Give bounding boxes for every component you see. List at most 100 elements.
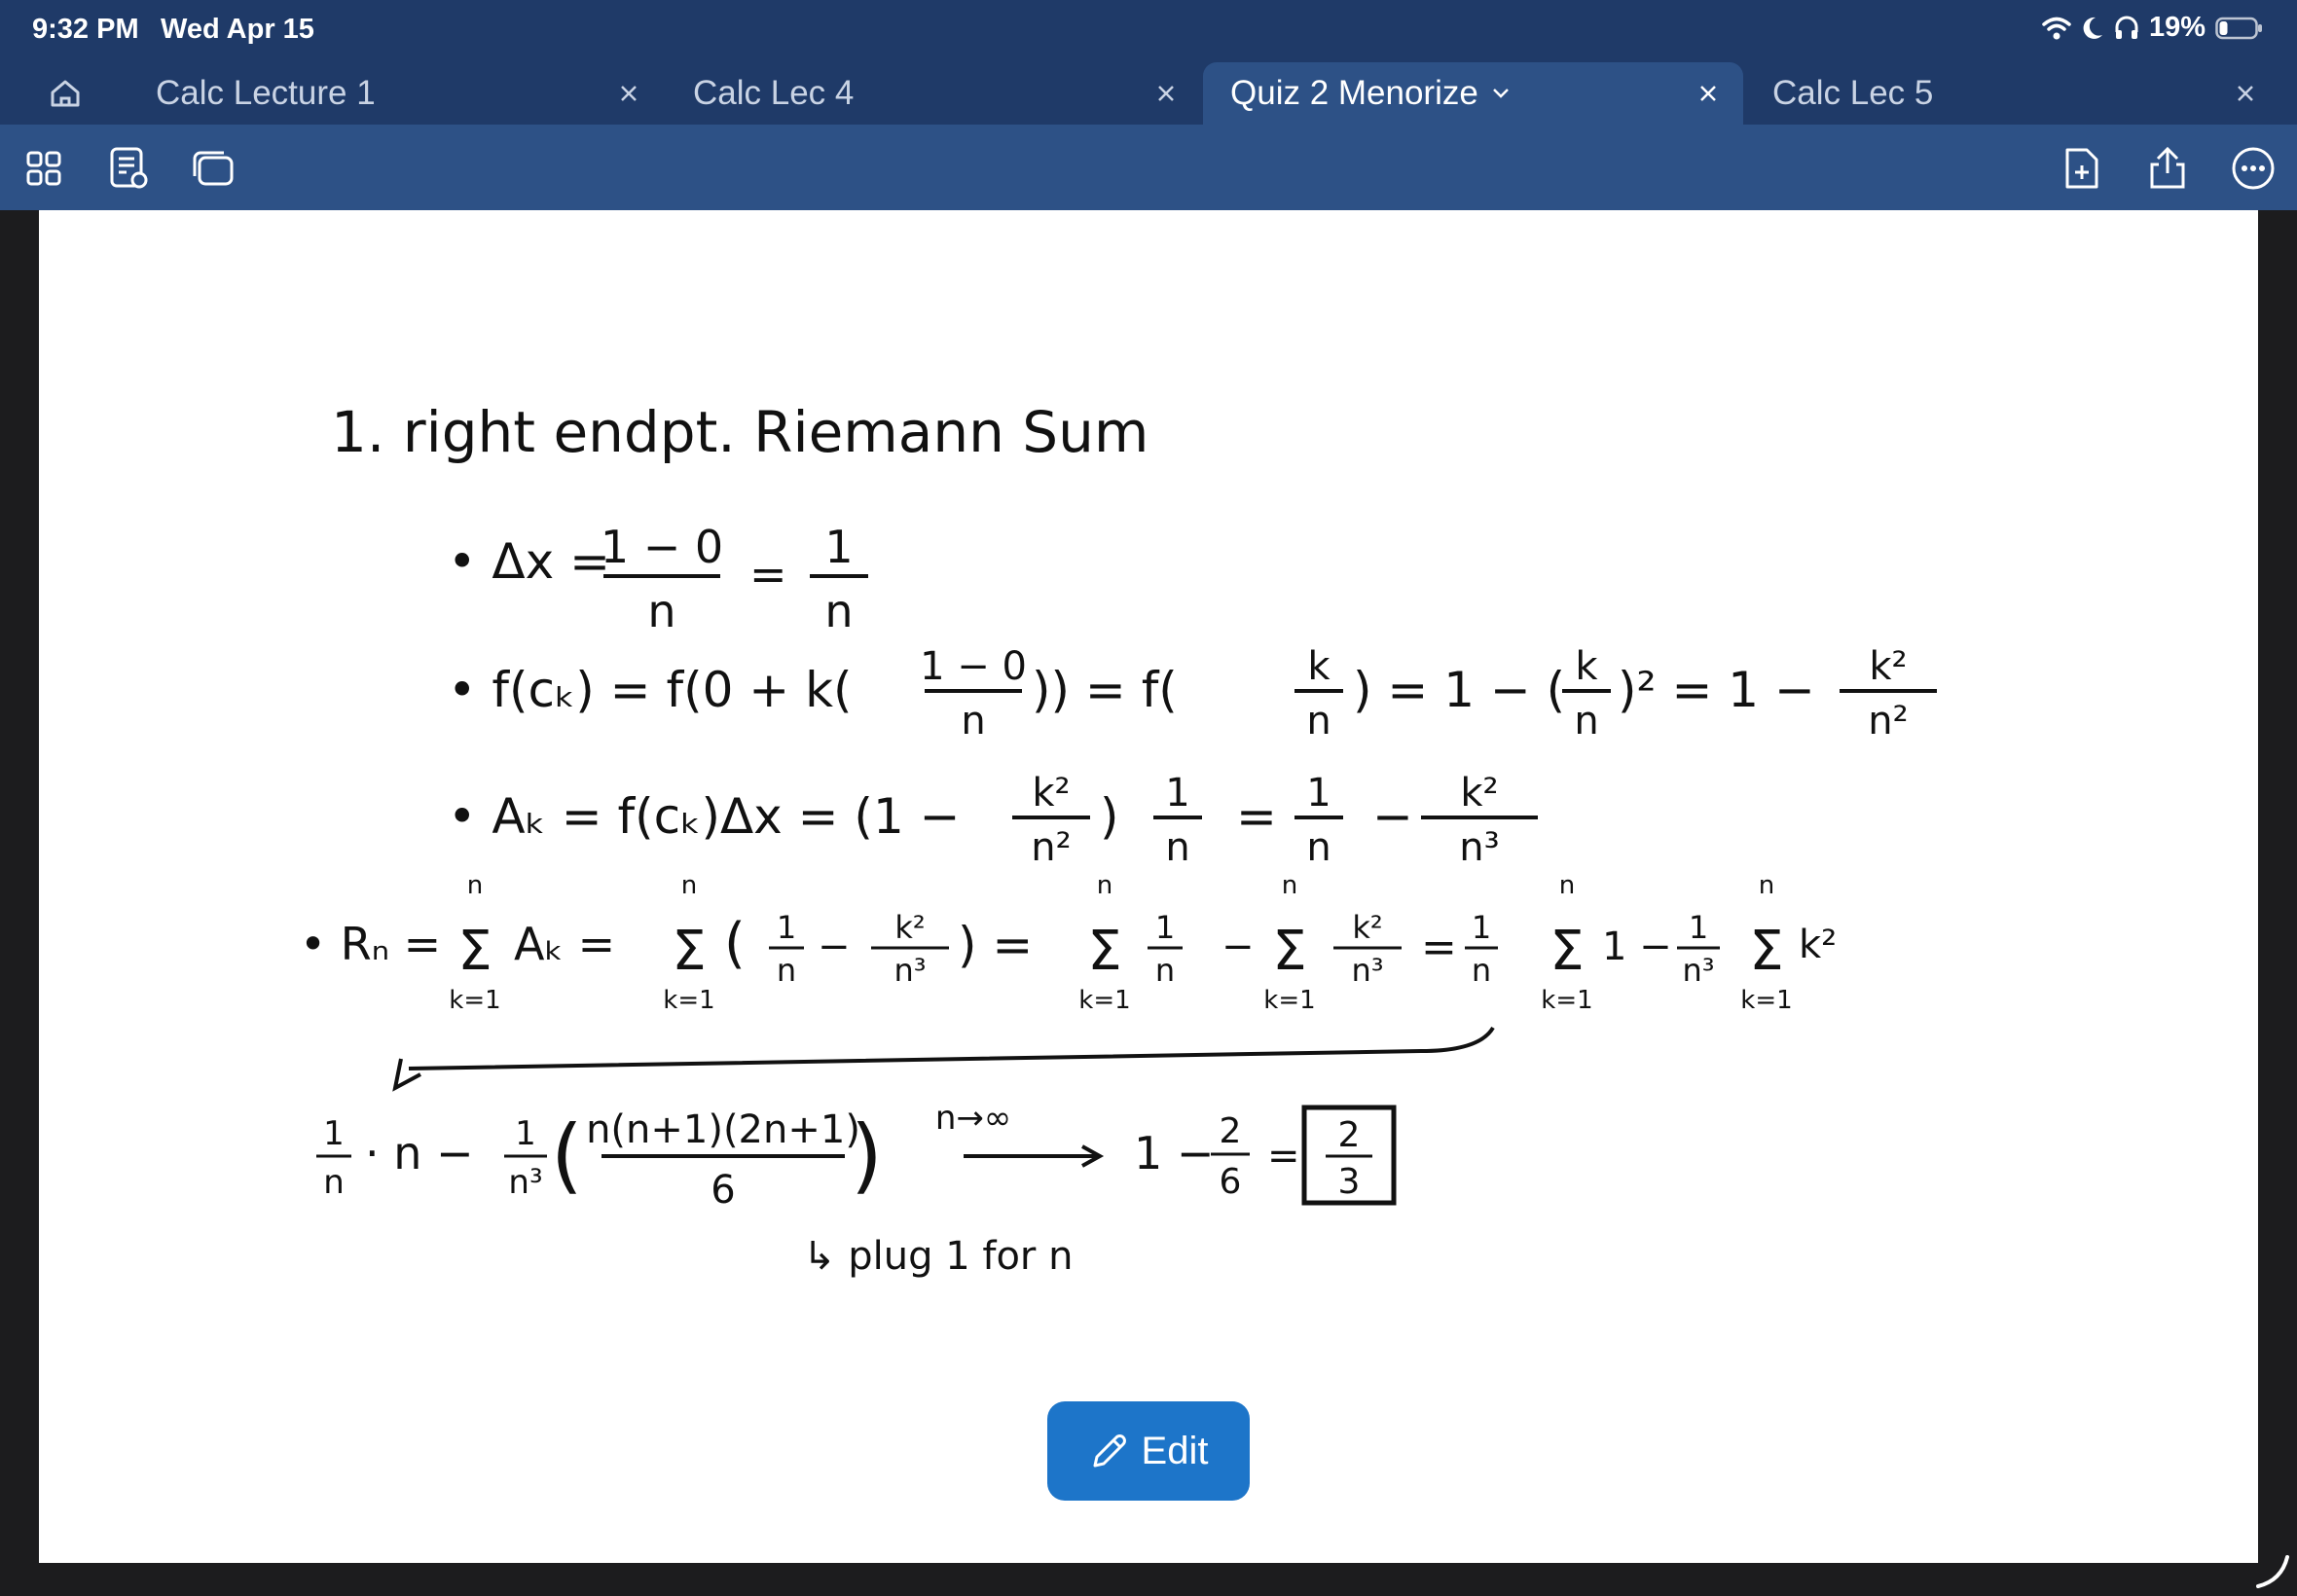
close-icon xyxy=(2238,86,2253,101)
tab-calc-lecture-1[interactable]: Calc Lecture 1 xyxy=(128,62,664,125)
home-button[interactable] xyxy=(39,72,91,115)
fraction-numerator: k² xyxy=(1869,644,1907,689)
open-paren: ( xyxy=(551,1107,583,1203)
fraction-denominator: n xyxy=(777,952,796,989)
fraction-numerator: k xyxy=(1307,644,1331,689)
edit-button[interactable]: Edit xyxy=(1047,1401,1250,1501)
close-tab-button[interactable] xyxy=(1693,78,1724,109)
toolbar xyxy=(0,125,2297,210)
home-icon xyxy=(51,80,80,107)
fraction-numerator: k² xyxy=(894,909,925,946)
document-settings-button[interactable] xyxy=(105,144,154,193)
fraction-denominator: n xyxy=(323,1163,345,1202)
footnote-text: ↳ plug 1 for n xyxy=(803,1234,1073,1279)
share-icon xyxy=(2150,146,2185,189)
status-bar: 9:32 PM Wed Apr 15 19% xyxy=(0,0,2297,62)
sigma-symbol: Σ xyxy=(1550,920,1584,983)
tab-label: Calc Lec 5 xyxy=(1772,74,1934,112)
math-text: )² = 1 − xyxy=(1618,662,1815,718)
notes-icon xyxy=(110,147,148,189)
tab-options-button[interactable] xyxy=(1492,88,1510,99)
sum-upper-limit: n xyxy=(1559,871,1575,900)
math-text: • Δx = xyxy=(448,533,610,590)
tab-label: Quiz 2 Menorize xyxy=(1230,74,1478,112)
sum-lower-limit: k=1 xyxy=(1263,986,1315,1015)
fraction-denominator: n xyxy=(1306,825,1331,870)
fraction-denominator: n³ xyxy=(893,952,926,989)
fraction-denominator: n³ xyxy=(1682,952,1714,989)
add-page-icon xyxy=(2065,148,2098,189)
grid-view-button[interactable] xyxy=(19,144,68,193)
sum-lower-limit: k=1 xyxy=(1740,986,1792,1015)
math-text: ) xyxy=(1100,788,1119,845)
tab-label: Calc Lec 4 xyxy=(693,74,855,112)
close-tab-button[interactable] xyxy=(613,78,644,109)
arrow-head xyxy=(392,1058,421,1092)
do-not-disturb-icon xyxy=(2083,17,2102,39)
fraction-numerator: 1 xyxy=(1472,909,1491,946)
note-page[interactable]: 1. right endpt. Riemann Sum • Δx = 1 − 0… xyxy=(39,210,2258,1563)
fraction-denominator: n xyxy=(647,585,675,637)
math-text: k² xyxy=(1799,923,1837,967)
fraction-denominator: n xyxy=(1165,825,1189,870)
sum-lower-limit: k=1 xyxy=(1078,986,1130,1015)
fraction-denominator: n² xyxy=(1031,825,1071,870)
math-text: · n − xyxy=(365,1127,474,1179)
resize-handle-icon[interactable] xyxy=(2252,1551,2291,1590)
status-icons: 19% xyxy=(2042,12,2264,44)
math-text: ( xyxy=(724,912,746,975)
more-options-button[interactable] xyxy=(2229,144,2278,193)
handwritten-notes: 1. right endpt. Riemann Sum • Δx = 1 − 0… xyxy=(300,399,1937,1279)
fraction-numerator: 1 xyxy=(323,1114,345,1153)
fraction-numerator: k xyxy=(1575,644,1598,689)
sum-upper-limit: n xyxy=(1097,871,1112,900)
sum-lower-limit: k=1 xyxy=(663,986,714,1015)
fraction-numerator: k² xyxy=(1460,771,1498,816)
math-text: = xyxy=(1236,788,1277,845)
continuation-arrow xyxy=(408,1026,1495,1070)
close-tab-button[interactable] xyxy=(2230,78,2261,109)
sigma-symbol: Σ xyxy=(1749,920,1783,983)
math-text: ) = 1 − ( xyxy=(1353,662,1565,718)
limit-label: n→∞ xyxy=(935,1099,1011,1138)
pages-button[interactable] xyxy=(189,144,237,193)
close-icon xyxy=(1158,86,1174,101)
status-date: Wed Apr 15 xyxy=(161,14,314,45)
fraction-numerator: 1 − 0 xyxy=(920,644,1027,689)
fraction-denominator: n xyxy=(1574,699,1598,744)
fraction-denominator: 6 xyxy=(711,1168,735,1213)
battery-percentage: 19% xyxy=(2148,12,2206,43)
grid-icon xyxy=(26,151,61,186)
sigma-symbol: Σ xyxy=(1272,920,1306,983)
close-paren: ) xyxy=(851,1107,883,1203)
math-text: • Rₙ = xyxy=(300,918,441,970)
more-icon xyxy=(2232,147,2275,190)
math-text: = xyxy=(1421,923,1457,972)
fraction-denominator: n xyxy=(824,585,853,637)
fraction-denominator: n³ xyxy=(1351,952,1383,989)
pencil-icon xyxy=(1093,1434,1126,1468)
tab-calc-lec-5[interactable]: Calc Lec 5 xyxy=(1745,62,2280,125)
share-button[interactable] xyxy=(2143,144,2192,193)
sum-upper-limit: n xyxy=(1282,871,1297,900)
sigma-symbol: Σ xyxy=(457,920,492,983)
sigma-symbol: Σ xyxy=(672,920,706,983)
fraction-numerator: k² xyxy=(1352,909,1382,946)
add-page-button[interactable] xyxy=(2058,144,2106,193)
fraction-denominator: n xyxy=(961,699,985,744)
fraction-numerator: 1 xyxy=(824,521,853,573)
fraction-numerator: 1 xyxy=(1689,909,1708,946)
status-time: 9:32 PM xyxy=(32,14,139,45)
math-text: − xyxy=(818,925,851,969)
sum-lower-limit: k=1 xyxy=(1541,986,1592,1015)
math-text: = xyxy=(1267,1134,1300,1179)
function-value-line: • f(cₖ) = f(0 + k( 1 − 0 n )) = f( k n )… xyxy=(448,644,1937,744)
close-icon xyxy=(1700,86,1716,101)
math-text: − xyxy=(1372,788,1413,845)
sum-upper-limit: n xyxy=(681,871,697,900)
close-tab-button[interactable] xyxy=(1150,78,1182,109)
riemann-sum-line: • Rₙ = n Σ k=1 Aₖ = n Σ k=1 ( 1 n − k² n… xyxy=(300,871,1837,1015)
fraction-denominator: n xyxy=(1472,952,1491,989)
tab-calc-lec-4[interactable]: Calc Lec 4 xyxy=(666,62,1201,125)
tab-quiz-2-menorize[interactable]: Quiz 2 Menorize xyxy=(1203,62,1743,125)
